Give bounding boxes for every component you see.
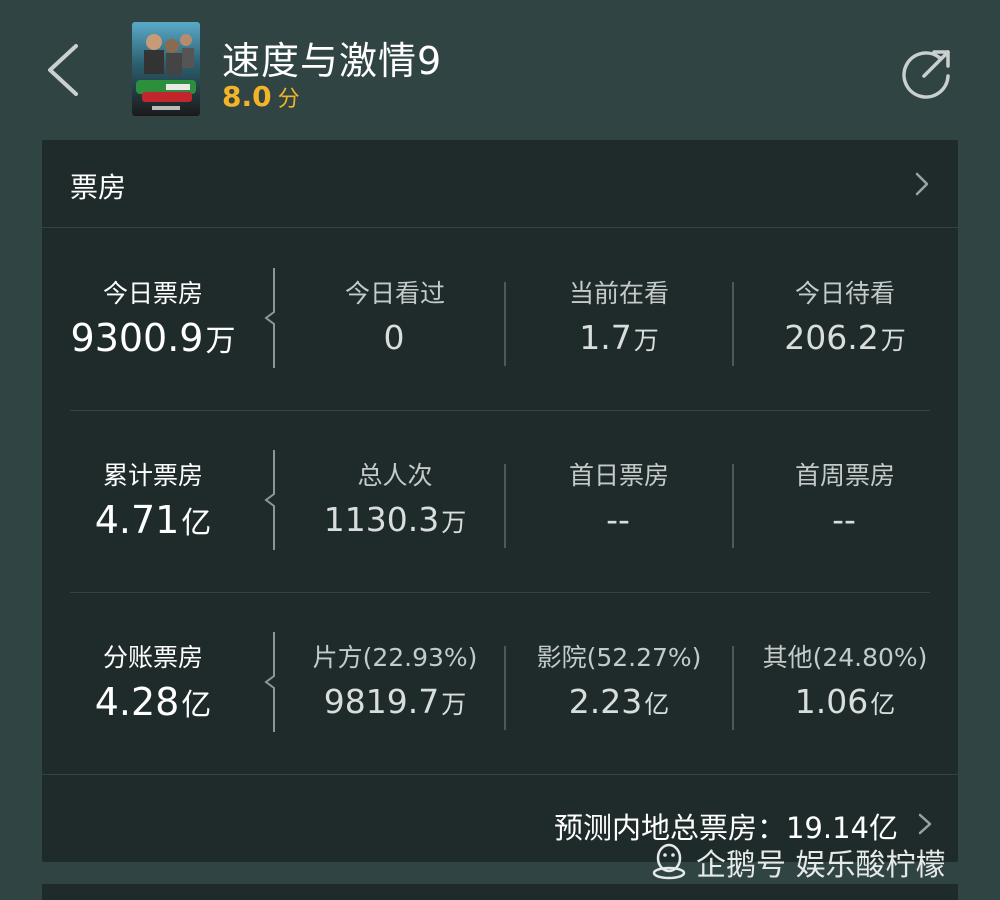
stat-number: 206.2	[784, 318, 879, 357]
stat-value: 9819.7万	[286, 682, 504, 721]
brace-icon	[264, 450, 275, 550]
stat-main: 累计票房 4.71亿	[42, 410, 264, 592]
back-button[interactable]	[40, 40, 90, 100]
stat-number: 0	[383, 318, 405, 357]
stat-label: 今日待看	[794, 279, 895, 308]
stats-row-cumulative: 累计票房 4.71亿 总人次 1130.3万 首日票房 -- 首周票房 --	[42, 410, 958, 592]
stat-label: 累计票房	[102, 461, 203, 490]
stat-number: 9300.9	[70, 316, 204, 360]
stat-label: 分账票房	[102, 643, 203, 672]
stat-value: 2.23亿	[506, 682, 732, 721]
brace-icon	[264, 268, 275, 368]
stat-value: --	[506, 500, 732, 539]
stat-value: 206.2万	[734, 318, 956, 357]
stat-cell: 片方(22.93%) 9819.7万	[286, 592, 504, 774]
stat-label: 今日看过	[344, 279, 445, 308]
stat-cell: 今日待看 206.2万	[734, 228, 956, 410]
stat-cell: 当前在看 1.7万	[506, 228, 732, 410]
stat-value: --	[734, 500, 956, 539]
movie-rating: 8.0 分	[222, 80, 300, 113]
share-button[interactable]	[900, 44, 956, 100]
stat-cell: 今日看过 0	[286, 228, 504, 410]
watermark-text: 企鹅号 娱乐酸柠檬	[696, 848, 946, 883]
stat-label: 其他(24.80%)	[762, 643, 928, 672]
stat-cell: 总人次 1130.3万	[286, 410, 504, 592]
stat-cell: 首周票房 --	[734, 410, 956, 592]
qq-penguin-icon	[652, 843, 686, 880]
rating-unit: 分	[277, 87, 300, 112]
stat-cell: 其他(24.80%) 1.06亿	[734, 592, 956, 774]
stat-number: 1.7	[579, 318, 632, 357]
stat-main: 今日票房 9300.9万	[42, 228, 264, 410]
chevron-right-icon	[915, 172, 929, 196]
stat-number: 2.23	[568, 682, 643, 721]
stat-number: 1130.3	[323, 500, 440, 539]
stat-label: 今日票房	[102, 279, 203, 308]
app-header: 速度与激情9 8.0 分	[0, 0, 1000, 138]
stat-cell: 影院(52.27%) 2.23亿	[506, 592, 732, 774]
stat-unit: 万	[880, 326, 906, 355]
share-icon	[902, 50, 950, 99]
watermark: 企鹅号 娱乐酸柠檬	[652, 842, 946, 883]
chevron-right-icon	[918, 813, 932, 835]
stat-value: 1130.3万	[286, 500, 504, 539]
stat-value: 9300.9万	[42, 316, 264, 360]
next-card	[42, 884, 958, 900]
rating-value: 8.0	[222, 80, 272, 113]
stat-label: 片方(22.93%)	[312, 643, 478, 672]
poster-image	[132, 22, 200, 116]
stat-main: 分账票房 4.28亿	[42, 592, 264, 774]
stat-unit: 亿	[644, 690, 670, 719]
stat-label: 影院(52.27%)	[536, 643, 702, 672]
brace-icon	[264, 632, 275, 732]
chevron-left-icon	[48, 44, 78, 96]
box-office-title: 票房	[70, 171, 127, 204]
stat-value: 4.28亿	[42, 680, 264, 724]
stat-unit: 万	[441, 508, 467, 537]
stat-label: 当前在看	[568, 279, 669, 308]
stat-cell: 首日票房 --	[506, 410, 732, 592]
stat-value: 4.71亿	[42, 498, 264, 542]
stats-row-today: 今日票房 9300.9万 今日看过 0 当前在看 1.7万 今日待看 206.2…	[42, 228, 958, 410]
stat-label: 总人次	[357, 461, 433, 490]
stat-value: 1.06亿	[734, 682, 956, 721]
stat-unit: 亿	[181, 506, 212, 541]
stat-number: --	[832, 500, 856, 539]
stat-number: --	[606, 500, 630, 539]
stat-number: 1.06	[794, 682, 869, 721]
stat-unit: 万	[633, 326, 659, 355]
stat-unit: 亿	[181, 688, 212, 723]
stat-unit: 亿	[870, 690, 896, 719]
box-office-card: 票房 今日票房 9300.9万 今日看过 0 当前在看 1.7万 今日待看 20…	[42, 140, 958, 862]
stat-number: 4.71	[94, 498, 180, 542]
stat-value: 1.7万	[506, 318, 732, 357]
stat-label: 首日票房	[568, 461, 669, 490]
stat-number: 9819.7	[323, 682, 440, 721]
stats-row-split: 分账票房 4.28亿 片方(22.93%) 9819.7万 影院(52.27%)…	[42, 592, 958, 774]
stat-unit: 万	[205, 324, 236, 359]
movie-poster[interactable]	[132, 22, 200, 116]
movie-title: 速度与激情9	[222, 39, 443, 83]
stat-label: 首周票房	[794, 461, 895, 490]
stat-value: 0	[286, 318, 504, 357]
stat-number: 4.28	[94, 680, 180, 724]
box-office-header[interactable]: 票房	[42, 140, 958, 228]
stat-unit: 万	[441, 690, 467, 719]
